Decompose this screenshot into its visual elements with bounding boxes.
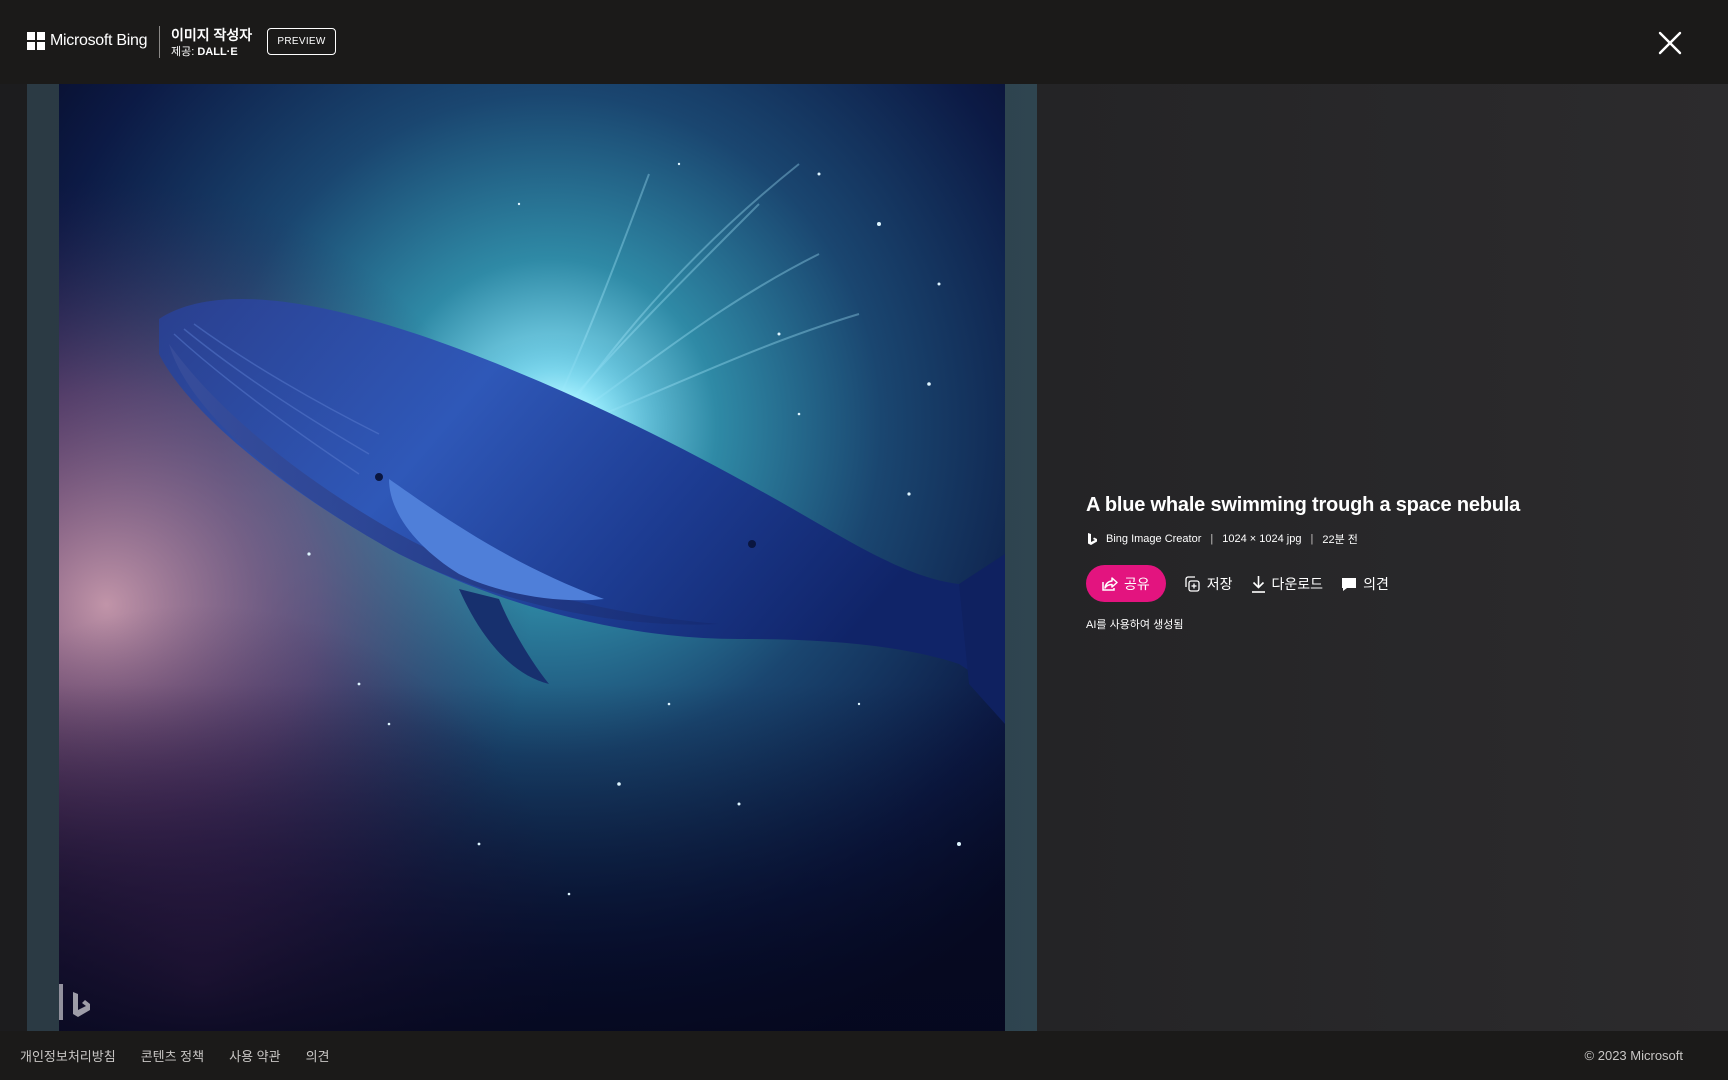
ai-generated-note: AI를 사용하여 생성됨	[1086, 619, 1184, 631]
microsoft-logo-icon[interactable]	[27, 32, 45, 50]
image-details-panel: A blue whale swimming trough a space neb…	[1086, 494, 1686, 632]
provider-prefix: 제공:	[171, 46, 195, 58]
product-provider: 제공: DALL·E	[171, 43, 238, 59]
copyright: © 2023 Microsoft	[1584, 1048, 1683, 1063]
brand-name[interactable]: Microsoft Bing	[50, 32, 147, 50]
share-label: 공유	[1124, 575, 1150, 592]
header-bar: Microsoft Bing 이미지 작성자 제공: DALL·E PREVIE…	[0, 0, 1728, 84]
bing-logo-icon	[1088, 532, 1097, 545]
share-button[interactable]: 공유	[1086, 565, 1166, 602]
creator-name[interactable]: Bing Image Creator	[1106, 533, 1201, 545]
bing-watermark-icon	[59, 980, 95, 1024]
download-label: 다운로드	[1271, 575, 1324, 592]
meta-separator: |	[1210, 533, 1214, 545]
preview-badge: PREVIEW	[267, 28, 336, 55]
download-button[interactable]: 다운로드	[1251, 574, 1324, 594]
footer-link-content-policy[interactable]: 콘텐츠 정책	[141, 1046, 204, 1065]
footer-links: 개인정보처리방침 콘텐츠 정책 사용 약관 의견	[20, 1046, 354, 1065]
feedback-button[interactable]: 의견	[1341, 574, 1389, 594]
generated-image[interactable]	[59, 84, 1005, 1031]
close-icon	[1658, 31, 1682, 55]
footer-link-terms[interactable]: 사용 약관	[229, 1046, 280, 1065]
footer-link-privacy[interactable]: 개인정보처리방침	[20, 1046, 116, 1065]
product-title[interactable]: 이미지 작성자	[171, 25, 252, 45]
save-button[interactable]: 저장	[1184, 574, 1233, 594]
share-icon	[1102, 576, 1118, 591]
image-age: 22분 전	[1322, 534, 1358, 546]
download-icon	[1251, 575, 1265, 593]
feedback-icon	[1342, 577, 1357, 591]
action-bar: 공유 저장 다운로드 의견	[1086, 565, 1686, 602]
close-button[interactable]	[1655, 28, 1685, 58]
header-divider	[159, 26, 160, 58]
provider-name: DALL·E	[197, 46, 238, 58]
feedback-label: 의견	[1363, 575, 1389, 592]
save-label: 저장	[1206, 575, 1233, 592]
image-title: A blue whale swimming trough a space neb…	[1086, 494, 1521, 516]
image-dimensions: 1024 × 1024 jpg	[1222, 533, 1302, 545]
footer-link-feedback[interactable]: 의견	[306, 1046, 330, 1065]
image-detail-page: Microsoft Bing 이미지 작성자 제공: DALL·E PREVIE…	[0, 0, 1728, 1080]
meta-separator: |	[1310, 533, 1314, 545]
save-collection-icon	[1185, 575, 1200, 592]
footer: 개인정보처리방침 콘텐츠 정책 사용 약관 의견 © 2023 Microsof…	[0, 1031, 1728, 1080]
image-meta-row: Bing Image Creator | 1024 × 1024 jpg | 2…	[1086, 531, 1686, 547]
